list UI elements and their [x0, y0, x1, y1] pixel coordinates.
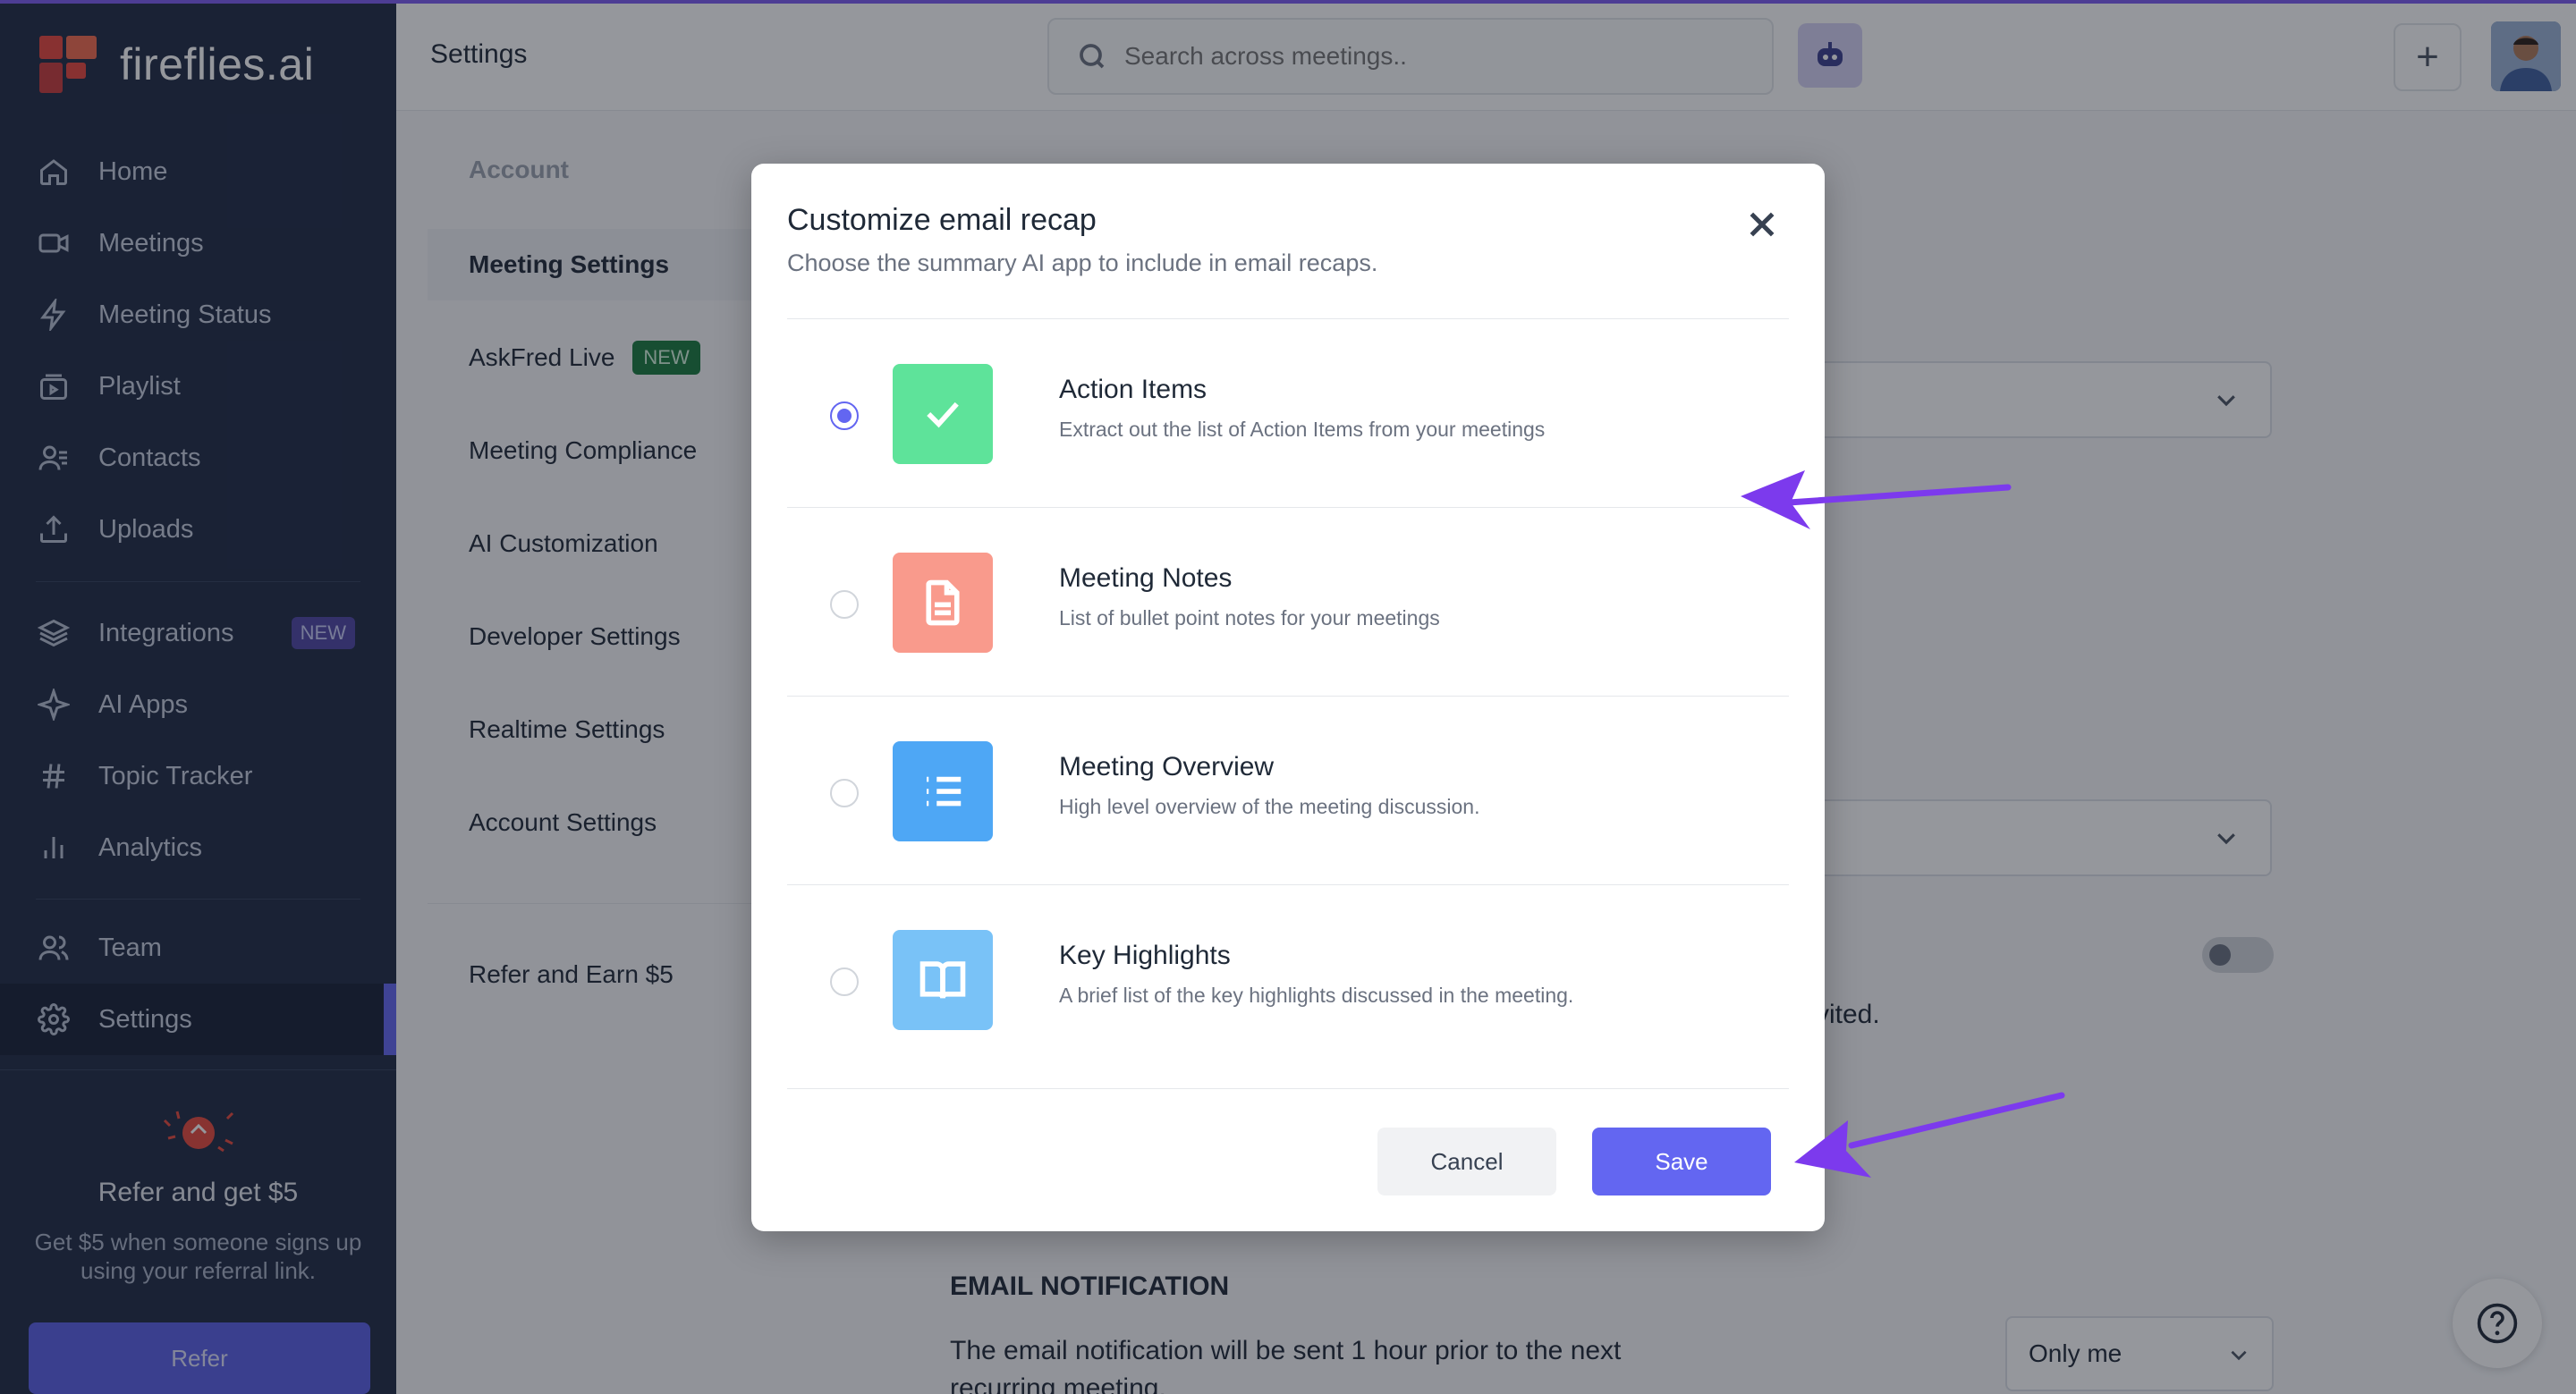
option-description: High level overview of the meeting discu… — [1059, 795, 1480, 818]
radio-meeting-overview[interactable] — [830, 779, 859, 807]
close-button[interactable] — [1744, 207, 1780, 242]
book-icon — [919, 961, 966, 999]
option-description: List of bullet point notes for your meet… — [1059, 606, 1440, 629]
option-title: Key Highlights — [1059, 941, 1231, 970]
modal-subtitle: Choose the summary AI app to include in … — [787, 249, 1378, 276]
option-title: Meeting Notes — [1059, 563, 1233, 593]
option-description: Extract out the list of Action Items fro… — [1059, 418, 1546, 441]
option-meeting-notes[interactable]: Meeting Notes List of bullet point notes… — [787, 508, 1789, 696]
radio-meeting-notes[interactable] — [830, 590, 859, 619]
action-items-app-icon — [893, 364, 993, 464]
modal-divider — [787, 1088, 1789, 1089]
meeting-overview-app-icon — [893, 741, 993, 841]
option-action-items[interactable]: Action Items Extract out the list of Act… — [787, 319, 1789, 507]
key-highlights-app-icon — [893, 930, 993, 1030]
radio-key-highlights[interactable] — [830, 967, 859, 996]
annotation-arrow-icon — [1741, 470, 2012, 529]
option-title: Meeting Overview — [1059, 752, 1275, 781]
option-meeting-overview[interactable]: Meeting Overview High level overview of … — [787, 697, 1789, 884]
option-title: Action Items — [1059, 375, 1208, 404]
option-key-highlights[interactable]: Key Highlights A brief list of the key h… — [787, 885, 1789, 1073]
save-button[interactable]: Save — [1592, 1128, 1771, 1195]
customize-email-recap-dialog: Customize email recap Choose the summary… — [751, 164, 1825, 1231]
meeting-notes-app-icon — [893, 553, 993, 653]
annotation-arrow-icon — [1794, 1092, 2065, 1178]
list-icon — [927, 776, 962, 807]
check-icon — [927, 401, 959, 428]
cancel-button[interactable]: Cancel — [1377, 1128, 1556, 1195]
radio-action-items[interactable] — [830, 401, 859, 430]
document-icon — [926, 579, 960, 626]
modal-title: Customize email recap — [787, 203, 1097, 237]
option-description: A brief list of the key highlights discu… — [1059, 984, 1574, 1007]
close-icon — [1750, 212, 1775, 237]
